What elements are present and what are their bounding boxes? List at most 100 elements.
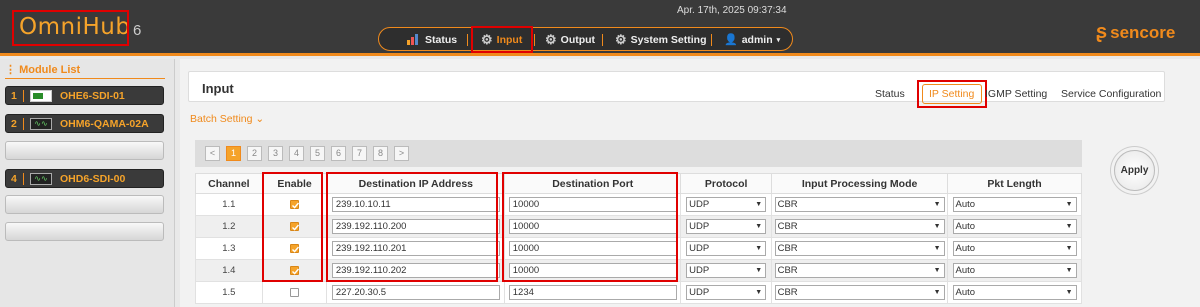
processing-mode-select[interactable]: CBR ▼	[774, 241, 945, 256]
module-label: OHD6-SDI-00	[60, 173, 126, 185]
destination-port-input[interactable]: 10000	[508, 219, 677, 234]
nav-output[interactable]: ⚙ Output	[545, 32, 595, 47]
empty-module-slot[interactable]	[5, 222, 164, 241]
input-ip-table: Channel Enable Destination IP Address De…	[195, 173, 1082, 304]
port-cell: 10000	[504, 215, 682, 238]
pager-page-button[interactable]: 7	[352, 146, 367, 161]
empty-module-slot[interactable]	[5, 195, 164, 214]
destination-port-input[interactable]: 10000	[508, 197, 677, 212]
column-header-enable: Enable	[261, 173, 328, 194]
destination-port-input[interactable]: 1234	[508, 285, 677, 300]
enable-checkbox[interactable]	[290, 221, 300, 231]
pager-page-button[interactable]: 1	[226, 146, 241, 161]
destination-port-input[interactable]: 10000	[508, 263, 677, 278]
mode-cell: CBR ▼	[771, 281, 949, 304]
pager-page-button[interactable]: 8	[373, 146, 388, 161]
protocol-select[interactable]: UDP ▼	[686, 241, 767, 256]
gear-icon: ⚙	[615, 31, 627, 47]
dropdown-arrow-icon: ▼	[1065, 245, 1073, 252]
port-cell: 10000	[504, 237, 682, 260]
nav-status[interactable]: Status	[407, 32, 457, 47]
nav-system-setting[interactable]: ⚙ System Setting	[615, 32, 707, 47]
nav-admin-menu[interactable]: 👤 admin ▾	[724, 32, 780, 47]
mode-value: CBR	[777, 265, 798, 276]
dropdown-arrow-icon: ▼	[933, 289, 941, 296]
table-header-row: Channel Enable Destination IP Address De…	[195, 173, 1082, 194]
protocol-value: UDP	[689, 199, 710, 210]
protocol-cell: UDP ▼	[680, 237, 773, 260]
port-cell: 1234	[504, 281, 682, 304]
module-item[interactable]: 2 ∿∿ OHM6-QAMA-02A	[5, 114, 164, 133]
enable-cell	[261, 193, 328, 216]
dropdown-arrow-icon: ▼	[1065, 289, 1073, 296]
module-item[interactable]: 1 OHE6-SDI-01	[5, 86, 164, 105]
batch-setting-toggle[interactable]: Batch Setting ⌄	[190, 113, 264, 125]
pkt-length-select[interactable]: Auto ▼	[952, 241, 1077, 256]
module-number: 2	[11, 118, 17, 130]
module-item[interactable]: 4 ∿∿ OHD6-SDI-00	[5, 169, 164, 188]
mode-value: CBR	[777, 287, 798, 298]
column-header-destination-port: Destination Port	[504, 173, 682, 194]
ip-cell: 239.10.10.11	[326, 193, 506, 216]
empty-module-slot[interactable]	[5, 141, 164, 160]
dropdown-arrow-icon: ▼	[755, 267, 763, 274]
destination-ip-input[interactable]: 239.192.110.202	[331, 263, 500, 278]
caret-down-icon: ▾	[776, 36, 781, 44]
destination-ip-input[interactable]: 239.192.110.200	[331, 219, 500, 234]
enable-checkbox[interactable]	[290, 287, 300, 297]
nav-separator	[711, 34, 712, 46]
tab-status[interactable]: Status	[875, 88, 905, 100]
pkt-length-cell: Auto ▼	[947, 259, 1082, 282]
enable-cell	[261, 281, 328, 304]
processing-mode-select[interactable]: CBR ▼	[774, 285, 945, 300]
destination-ip-input[interactable]: 239.192.110.201	[331, 241, 500, 256]
main-nav: Status ⚙ Input ⚙ Output ⚙ System Setting…	[378, 27, 793, 51]
tab-igmp-setting[interactable]: IGMP Setting	[985, 88, 1047, 100]
pkt-length-select[interactable]: Auto ▼	[952, 197, 1077, 212]
destination-port-input[interactable]: 10000	[508, 241, 677, 256]
pager-next-button[interactable]: >	[394, 146, 409, 161]
pkt-length-value: Auto	[955, 265, 976, 276]
column-header-channel: Channel	[195, 173, 263, 194]
pager-prev-button[interactable]: <	[205, 146, 220, 161]
mode-cell: CBR ▼	[771, 259, 949, 282]
logo-highlight-box	[12, 10, 129, 46]
ip-cell: 227.20.30.5	[326, 281, 506, 304]
enable-checkbox[interactable]	[290, 243, 300, 253]
pkt-length-cell: Auto ▼	[947, 193, 1082, 216]
protocol-select[interactable]: UDP ▼	[686, 263, 767, 278]
gear-icon: ⚙	[545, 31, 557, 47]
table-row: 1.4 239.192.110.202 10000 UDP ▼ CBR ▼ Auto ▼	[195, 259, 1082, 282]
module-label: OHM6-QAMA-02A	[60, 118, 149, 130]
tab-service-configuration[interactable]: Service Configuration	[1061, 88, 1161, 100]
dropdown-arrow-icon: ▼	[755, 201, 763, 208]
destination-ip-input[interactable]: 239.10.10.11	[331, 197, 500, 212]
destination-ip-input[interactable]: 227.20.30.5	[331, 285, 500, 300]
app-header: OmniHub 6 Apr. 17th, 2025 09:37:34 Statu…	[0, 0, 1200, 56]
main-content: Input Status IP Setting IGMP Setting Ser…	[180, 59, 1200, 307]
protocol-select[interactable]: UDP ▼	[686, 285, 767, 300]
protocol-select[interactable]: UDP ▼	[686, 219, 767, 234]
pager-page-button[interactable]: 5	[310, 146, 325, 161]
batch-setting-label: Batch Setting	[190, 113, 253, 125]
pager-page-button[interactable]: 4	[289, 146, 304, 161]
pager-page-button[interactable]: 6	[331, 146, 346, 161]
chevron-down-icon: ⌄	[255, 113, 265, 125]
mode-cell: CBR ▼	[771, 193, 949, 216]
processing-mode-select[interactable]: CBR ▼	[774, 219, 945, 234]
pkt-length-select[interactable]: Auto ▼	[952, 263, 1077, 278]
processing-mode-select[interactable]: CBR ▼	[774, 263, 945, 278]
enable-checkbox[interactable]	[290, 265, 300, 275]
waveform-module-icon: ∿∿	[30, 173, 52, 185]
processing-mode-select[interactable]: CBR ▼	[774, 197, 945, 212]
pager-page-button[interactable]: 2	[247, 146, 262, 161]
pager-page-button[interactable]: 3	[268, 146, 283, 161]
dropdown-arrow-icon: ▼	[1065, 267, 1073, 274]
pkt-length-select[interactable]: Auto ▼	[952, 285, 1077, 300]
protocol-select[interactable]: UDP ▼	[686, 197, 767, 212]
module-number: 1	[11, 90, 17, 102]
apply-button[interactable]: Apply	[1114, 150, 1155, 191]
dropdown-arrow-icon: ▼	[933, 245, 941, 252]
enable-checkbox[interactable]	[290, 199, 300, 209]
pkt-length-select[interactable]: Auto ▼	[952, 219, 1077, 234]
